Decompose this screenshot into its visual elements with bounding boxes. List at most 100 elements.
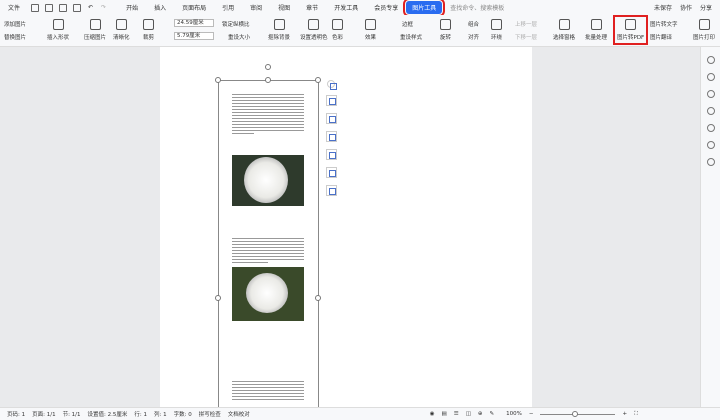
adjust-icon[interactable] [706,56,715,64]
page-number: 页码: 1 [7,412,26,418]
zoom-in-button[interactable]: + [622,411,627,417]
spell-check[interactable]: 拼写检查 [199,410,221,418]
share-icon[interactable] [706,124,715,132]
remove-bg-icon [273,19,285,30]
tab-section[interactable]: 章节 [298,3,326,12]
tab-review[interactable]: 审阅 [242,3,270,12]
tab-picture-tools[interactable]: 图片工具 [403,0,446,17]
compress-button[interactable]: 压缩图片 [84,19,106,41]
group-button[interactable]: 组合 [468,20,479,28]
bring-forward-button[interactable]: 上移一层 [515,20,537,28]
tab-layout[interactable]: 页面布局 [174,3,214,12]
effects-button[interactable]: 效果 [365,19,376,41]
send-backward-button[interactable]: 下移一层 [515,33,537,41]
align-button[interactable]: 对齐 [468,33,479,41]
save-icon[interactable] [31,3,40,12]
crop-icon[interactable] [326,131,337,142]
write-icon[interactable]: ✎ [490,411,495,417]
layout-icon[interactable] [326,95,337,106]
zoom-slider[interactable] [540,410,616,417]
more-icon[interactable] [326,185,337,196]
convert-icon[interactable] [326,167,337,178]
fullscreen-icon[interactable]: ⛶ [634,411,638,418]
location-icon[interactable] [706,141,715,149]
selection-frame[interactable] [218,80,319,410]
page-view-icon[interactable]: ▤ [442,411,447,417]
print-image-button[interactable]: 图片打印 [693,19,715,41]
tab-references[interactable]: 引用 [214,3,242,12]
color-button[interactable]: 色彩 [332,19,343,41]
reset-size-button[interactable]: 重设大小 [228,33,250,41]
collab-button[interactable]: 协作 [680,3,692,12]
print-icon[interactable] [59,3,68,12]
layout-icon[interactable] [706,158,715,166]
selection-pane-button[interactable]: 选择窗格 [553,19,575,41]
collapse-icon[interactable] [327,80,337,90]
wrap-button[interactable]: 环绕 [491,19,502,41]
to-pdf-button[interactable]: 图片转PDF [612,15,649,45]
resize-handle[interactable] [315,295,321,301]
tab-member[interactable]: 会员专享 [366,3,406,12]
redo-icon[interactable]: ↷ [101,4,106,11]
resize-handle[interactable] [215,295,221,301]
replace-image-button[interactable]: 替换图片 [4,33,26,41]
tab-home[interactable]: 开始 [118,3,146,12]
tab-insert[interactable]: 插入 [146,3,174,12]
remove-bg-button[interactable]: 抠除背景 [268,19,290,41]
lock-ratio-checkbox[interactable]: 锁定纵横比 [222,20,250,28]
compress-icon [89,19,101,30]
translate-button[interactable]: 图片翻译 [650,33,672,41]
tab-developer[interactable]: 开发工具 [326,3,366,12]
cursor-icon[interactable] [706,73,715,81]
crop-button[interactable]: 裁剪 [143,19,154,41]
insert-shape-button[interactable]: 插入形状 [47,19,69,41]
page-count: 页面: 1/1 [32,412,56,418]
status-bar: 页码: 1 页面: 1/1 节: 1/1 设置值: 2.5厘米 行: 1 列: … [0,407,720,420]
resize-handle[interactable] [265,77,271,83]
add-image-button[interactable]: 添加图片 [4,20,26,28]
help-icon[interactable] [706,107,715,115]
web-view-icon[interactable]: ⊕ [478,411,483,417]
tab-view[interactable]: 视图 [270,3,298,12]
eye-icon[interactable]: ◉ [430,411,435,417]
edit-icon[interactable] [706,90,715,98]
to-text-button[interactable]: 图片转文字 [650,20,678,28]
title-bar: 文件 ↶ ↷ 开始 插入 页面布局 引用 审阅 视图 章节 开发工具 会员专享 … [0,0,720,17]
export-icon[interactable] [45,3,54,12]
rotate-icon [440,19,451,30]
zoom-out-button[interactable]: − [529,411,534,417]
command-search[interactable]: 查找命令、搜索模板 [450,3,504,12]
zoom-icon[interactable] [326,113,337,124]
resize-handle[interactable] [315,77,321,83]
right-sidebar [700,47,720,407]
zoom-level[interactable]: 100% [506,411,522,417]
rotate-handle[interactable] [265,64,271,70]
document-page[interactable] [160,47,532,407]
floating-toolbar [326,80,338,203]
sharpen-icon [115,19,127,30]
outline-view-icon[interactable]: ☰ [454,411,459,417]
batch-button[interactable]: 批量处理 [585,19,607,41]
unsaved-status[interactable]: 未保存 [654,3,672,12]
read-view-icon[interactable]: ◫ [466,411,471,417]
row: 行: 1 [134,412,147,418]
resize-handle[interactable] [215,77,221,83]
border-button[interactable]: 边框 [402,20,413,28]
width-input[interactable]: 24.59厘米 [174,19,214,27]
document-canvas [0,47,700,407]
share-button[interactable]: 分享 [700,3,712,12]
section: 节: 1/1 [62,412,81,418]
set-transparent-button[interactable]: 设置透明色 [300,19,328,41]
file-menu[interactable]: 文件 [0,3,28,12]
rotate-button[interactable]: 旋转 [440,19,451,41]
idea-icon[interactable] [326,149,337,160]
height-input[interactable]: 5.79厘米 [174,32,214,40]
effects-icon [365,19,376,30]
word-count[interactable]: 字数: 0 [174,410,192,418]
sharpen-button[interactable]: 清晰化 [113,19,130,41]
reset-style-button[interactable]: 重设样式 [400,33,422,41]
preview-icon[interactable] [73,3,82,12]
batch-icon [590,19,602,30]
proofread[interactable]: 文档校对 [228,410,250,418]
undo-icon[interactable]: ↶ [88,4,93,11]
